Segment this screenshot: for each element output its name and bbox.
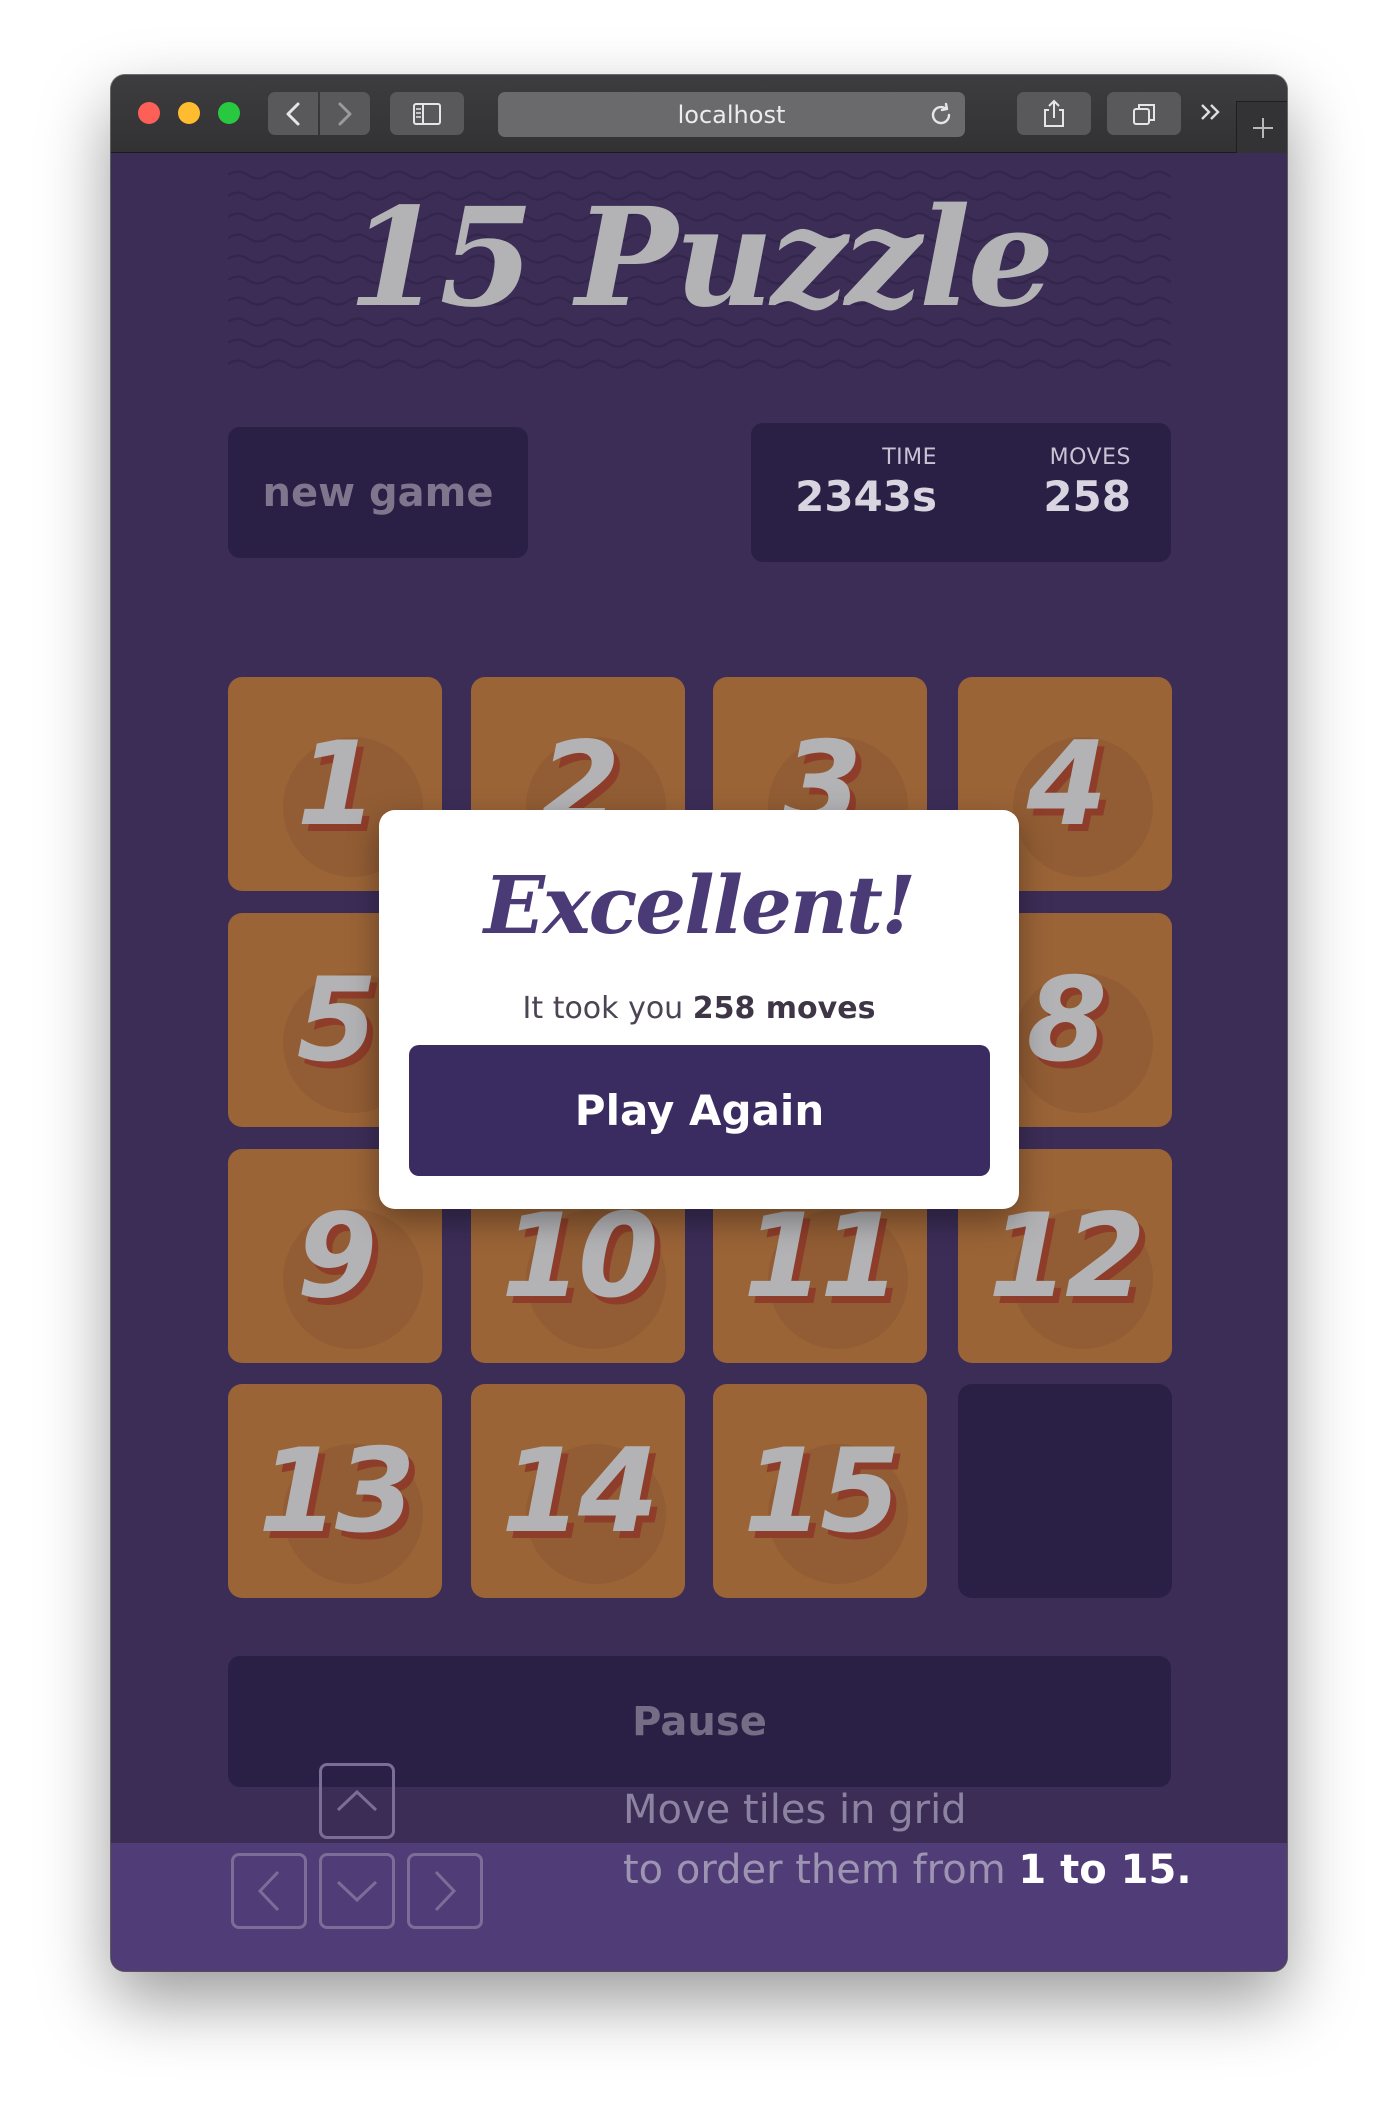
tile-13[interactable]: 13: [228, 1384, 442, 1598]
tile-number: 1: [296, 716, 378, 852]
zoom-window-button[interactable]: [218, 102, 240, 124]
arrow-up-button[interactable]: [319, 1763, 395, 1839]
share-icon: [1044, 99, 1064, 127]
time-value: 2343s: [795, 472, 937, 521]
minimize-window-button[interactable]: [178, 102, 200, 124]
moves-stat: MOVES 258: [1043, 445, 1131, 521]
more-button[interactable]: [1194, 95, 1228, 129]
modal-moves-count: 258 moves: [692, 991, 876, 1026]
chevron-right-icon: [434, 1870, 457, 1912]
plus-icon: [1252, 117, 1273, 138]
address-bar[interactable]: localhost: [498, 92, 965, 137]
stats-panel: TIME 2343s MOVES 258: [751, 423, 1171, 562]
sidebar-button[interactable]: [390, 92, 464, 135]
tabs-icon: [1133, 103, 1155, 125]
empty-slot: [958, 1384, 1172, 1598]
modal-message-prefix: It took you: [522, 991, 693, 1026]
time-stat: TIME 2343s: [795, 445, 937, 521]
tile-15[interactable]: 15: [713, 1384, 927, 1598]
url-text: localhost: [677, 100, 786, 129]
arrow-right-button[interactable]: [407, 1853, 483, 1929]
play-again-button[interactable]: Play Again: [409, 1045, 990, 1176]
tile-number: 4: [1026, 716, 1108, 852]
tile-number: 13: [258, 1423, 415, 1559]
forward-button[interactable]: [320, 92, 370, 135]
moves-label: MOVES: [1049, 445, 1131, 470]
reload-icon[interactable]: [927, 101, 955, 129]
tabs-button[interactable]: [1107, 92, 1181, 135]
success-modal: Excellent! It took you 258 moves Play Ag…: [379, 810, 1019, 1209]
new-game-button[interactable]: new game: [228, 427, 528, 558]
instructions-line-1: Move tiles in grid: [623, 1787, 967, 1833]
share-button[interactable]: [1017, 92, 1091, 135]
chevron-right-icon: [338, 102, 352, 125]
chevron-left-icon: [257, 1870, 280, 1912]
browser-window: localhost 15 Puzzle new game TIME 2343s …: [111, 75, 1287, 1971]
modal-message: It took you 258 moves: [379, 991, 1019, 1026]
game-title: 15 Puzzle: [347, 178, 1054, 338]
game-page: 15 Puzzle new game TIME 2343s MOVES 258 …: [111, 153, 1287, 1971]
modal-title: Excellent!: [483, 858, 916, 952]
tile-number: 5: [296, 952, 378, 1088]
chevron-down-icon: [336, 1880, 378, 1903]
instructions-line-2: to order them from 1 to 15.: [623, 1847, 1192, 1893]
back-button[interactable]: [268, 92, 318, 135]
chevron-up-icon: [336, 1789, 378, 1812]
tile-14[interactable]: 14: [471, 1384, 685, 1598]
arrow-left-button[interactable]: [231, 1853, 307, 1929]
close-window-button[interactable]: [138, 102, 160, 124]
moves-value: 258: [1043, 472, 1131, 521]
instructions-range: 1 to 15.: [1018, 1847, 1192, 1893]
instructions-text: to order them from: [623, 1847, 1019, 1893]
chevron-left-icon: [286, 102, 300, 125]
tile-number: 15: [743, 1423, 900, 1559]
arrow-down-button[interactable]: [319, 1853, 395, 1929]
tile-number: 8: [1026, 952, 1108, 1088]
new-tab-button[interactable]: [1236, 101, 1287, 153]
tile-number: 12: [988, 1188, 1145, 1324]
browser-toolbar: localhost: [111, 75, 1287, 153]
tile-number: 14: [501, 1423, 658, 1559]
chevron-double-right-icon: [1201, 104, 1220, 120]
tile-number: 9: [296, 1188, 378, 1324]
time-label: TIME: [882, 445, 937, 470]
sidebar-icon: [413, 102, 441, 125]
